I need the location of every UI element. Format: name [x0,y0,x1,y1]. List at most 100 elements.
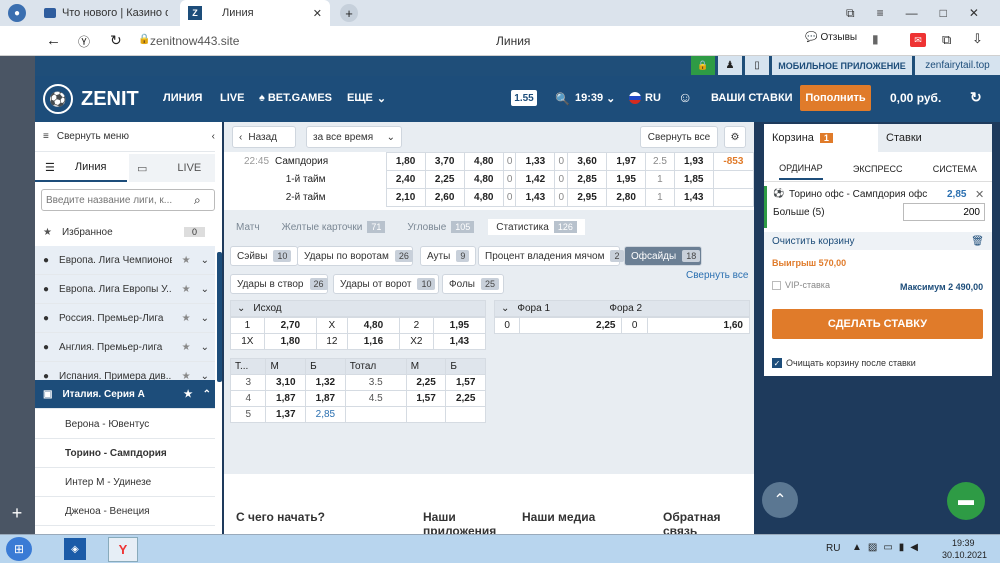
handicap-header[interactable]: ⌄ Фора 1 Фора 2 [494,300,750,317]
odds-cell[interactable]: 2,85 [566,170,608,189]
sidebar-tab-live[interactable]: ▭ LIVE [129,154,215,182]
lock-green-icon[interactable]: 🔒 [691,56,715,75]
stat-tab[interactable]: Матч [228,220,268,235]
mobile-app-button[interactable]: МОБИЛЬНОЕ ПРИЛОЖЕНИЕ [772,56,912,75]
minimize-icon[interactable]: — [906,6,918,21]
collapse-all-link[interactable]: Свернуть все [686,270,748,281]
sidebar-scrollbar[interactable] [217,252,222,382]
filter-button[interactable]: Процент владения мячом 2 [478,246,624,266]
odds-format[interactable]: 1.55 [511,90,537,106]
user-icon[interactable]: ☺ [678,89,692,105]
back-button[interactable]: ‹ Назад [232,126,296,148]
filter-button[interactable]: Ауты 9 [420,246,476,266]
nav-live[interactable]: LIVE [220,92,244,104]
stat-tab[interactable]: Статистика 126 [488,219,585,235]
handicap-cell[interactable]: 1,60 [646,317,751,334]
outcome-cell[interactable]: 1,16 [346,333,401,350]
period-select[interactable]: за все время ⌄ [306,126,402,148]
clear-cart-row[interactable]: Очистить корзину 🗑 [764,232,992,250]
menu-icon[interactable]: ≡ [877,6,884,21]
download-icon[interactable]: ⇩ [972,31,983,47]
close-tab-icon[interactable]: ✕ [313,7,322,20]
odds-cell[interactable]: 2,10 [385,188,426,207]
yandex-browser-icon[interactable]: Y [108,537,138,562]
odds-cell[interactable]: 2,25 [424,170,465,189]
chevron-down-icon[interactable]: ⌄ [201,342,209,353]
language-selector[interactable]: RU [629,92,661,104]
stake-input[interactable] [903,203,985,221]
tab-bets[interactable]: Ставки [878,124,992,152]
footer-media[interactable]: Наши медиа [522,510,595,524]
odds-cell[interactable]: 4,80 [463,152,504,171]
outcome-cell[interactable]: 1,80 [263,333,317,350]
sidebar-item-league[interactable]: ● Англия. Премьер-лига ★ ⌄ [35,333,215,362]
search-icon[interactable]: ⌕ [194,193,201,208]
odds-cell[interactable]: 2,60 [424,188,465,207]
chat-icon[interactable]: ▬ [947,482,985,520]
chevron-down-icon[interactable]: ⌄ [201,313,209,324]
odds-cell[interactable] [712,170,755,189]
checkbox-icon[interactable] [772,280,781,290]
totals-cell[interactable]: 1,57 [445,374,486,391]
type-system[interactable]: СИСТЕМА [933,164,977,174]
filter-button[interactable]: Удары от ворот 10 [333,274,439,294]
refresh-icon[interactable]: ↻ [970,89,982,106]
my-bets-link[interactable]: ВАШИ СТАВКИ [711,92,793,104]
outcome-cell[interactable]: 1,43 [432,333,487,350]
reload-icon[interactable]: ↻ [110,32,122,49]
outcome-cell[interactable]: 4,80 [346,317,401,334]
chevron-down-icon[interactable]: ⌄ [201,255,209,266]
search-icon[interactable]: 🔍 [555,92,570,106]
tab-cart[interactable]: Корзина 1 [764,124,878,152]
collapse-all-button[interactable]: Свернуть все [640,126,718,148]
totals-cell[interactable]: 1,87 [265,390,307,407]
person-icon[interactable]: ♟ [718,56,742,75]
checked-icon[interactable]: ✓ [772,358,782,368]
star-icon[interactable]: ★ [182,313,191,324]
odds-cell[interactable]: 1,42 [515,170,556,189]
outcome-header[interactable]: ⌄ Исход [230,300,486,317]
place-bet-button[interactable]: СДЕЛАТЬ СТАВКУ [772,309,983,339]
odds-cell[interactable]: 4,80 [463,170,504,189]
outcome-cell[interactable]: 1,95 [432,317,487,334]
maximize-icon[interactable]: □ [940,6,947,21]
totals-cell[interactable] [405,406,447,423]
sidebar-tab-line[interactable]: ☰ Линия [35,154,127,182]
clear-after-checkbox[interactable]: ✓ Очищать корзину после ставки [772,358,916,368]
odds-cell[interactable]: 1,85 [673,170,714,189]
star-icon[interactable]: ★ [182,284,191,295]
sidebar-match-item[interactable]: Дженоа - Венеция [35,497,215,526]
vip-checkbox[interactable]: VIP-ставка [772,280,830,290]
browser-tab-casino[interactable]: Что нового | Казино фор [36,0,176,26]
zenit-logo-icon[interactable]: ⚽ [43,84,73,114]
filter-button[interactable]: Фолы 25 [442,274,504,294]
bookmark-icon[interactable]: ▮ [872,32,879,46]
odds-cell[interactable]: 1,93 [673,152,714,171]
totals-cell[interactable]: 1,57 [405,390,447,407]
chevron-up-icon[interactable]: ⌃ [203,389,211,400]
mirror-link[interactable]: zenfairytail.top [915,56,1000,75]
type-single[interactable]: ОРДИНАР [779,158,823,180]
filter-button[interactable]: Удары в створ 26 [230,274,328,294]
totals-cell[interactable]: 3,10 [265,374,307,391]
browser-tab-line[interactable]: Z Линия ✕ [180,0,330,26]
odds-cell[interactable]: 1,43 [673,188,714,207]
sidebar-match-item[interactable]: Торино - Сампдория [35,439,215,468]
add-panel-icon[interactable]: + [6,502,28,524]
outcome-cell[interactable]: 2,70 [263,317,317,334]
totals-cell[interactable] [445,406,486,423]
filter-button[interactable]: Офсайды 18 [624,246,702,266]
sidebar-item-league[interactable]: ● Европа. Лига Чемпионов ★ ⌄ [35,246,215,275]
odds-cell[interactable]: 2,80 [606,188,647,207]
sidebar-item-league[interactable]: ● Россия. Премьер-Лига ★ ⌄ [35,304,215,333]
totals-cell[interactable]: 2,25 [445,390,486,407]
totals-cell[interactable]: 1,37 [265,406,307,423]
odds-cell[interactable]: -853 [712,152,755,171]
yandex-icon[interactable]: Ⓨ [78,33,90,50]
league-search-field[interactable]: ⌕ [41,189,215,211]
settings-gear-icon[interactable]: ⚙ [724,126,746,148]
close-window-icon[interactable]: ✕ [969,6,979,21]
nav-betgames[interactable]: ♠ BET.GAMES [259,92,332,104]
odds-cell[interactable]: 2,40 [385,170,426,189]
url-text[interactable]: zenitnow443.site [150,34,239,48]
